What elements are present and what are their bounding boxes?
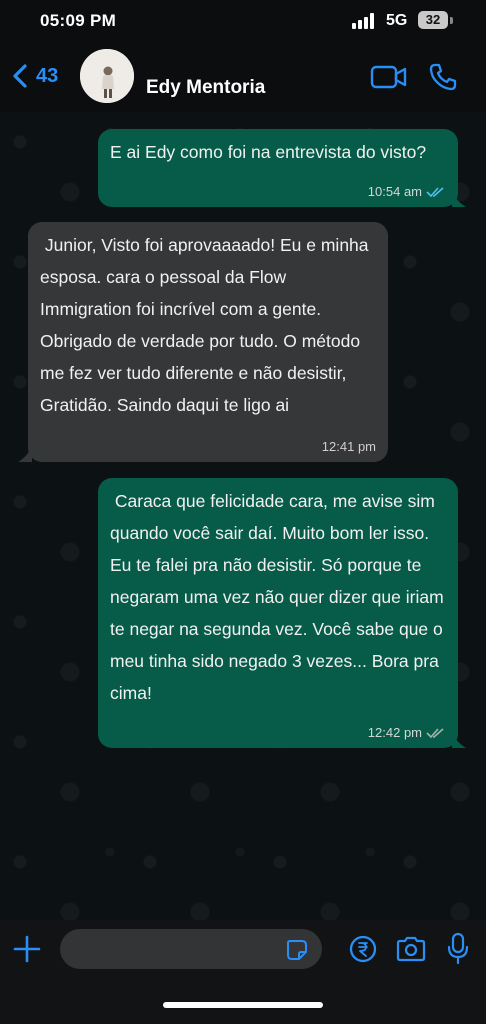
status-time: 05:09 PM — [40, 11, 117, 30]
message-meta: 12:41 pm — [322, 439, 376, 455]
video-call-icon[interactable] — [370, 64, 408, 90]
chevron-left-icon — [13, 64, 27, 88]
unread-count: 43 — [36, 64, 59, 87]
message-input[interactable] — [60, 929, 322, 969]
bubble-tail — [452, 732, 466, 748]
home-indicator[interactable] — [163, 1002, 323, 1008]
message-meta: 12:42 pm — [368, 725, 446, 741]
message-text: Junior, Visto foi aprovaaaado! Eu e minh… — [40, 235, 374, 415]
back-button[interactable]: 43 — [10, 56, 58, 96]
bubble-tail — [18, 446, 32, 462]
message-time: 12:42 pm — [367, 725, 422, 740]
avatar[interactable] — [80, 49, 134, 103]
microphone-icon[interactable] — [446, 932, 470, 966]
plus-icon[interactable] — [12, 934, 42, 964]
battery-icon: 32 — [418, 11, 448, 29]
chat-header: 43 Edy Mentoria — [0, 44, 486, 112]
network-type: 5G — [386, 12, 408, 29]
message-time: 10:54 am — [367, 184, 422, 199]
bubble-tail — [452, 191, 466, 207]
signal-icon — [352, 13, 378, 29]
camera-icon[interactable] — [395, 934, 427, 964]
message-text: Caraca que felicidade cara, me avise sim… — [110, 491, 449, 703]
phone-call-icon[interactable] — [428, 62, 458, 92]
payment-icon[interactable] — [348, 934, 378, 964]
sticker-icon[interactable] — [286, 939, 308, 961]
double-check-delivered-icon — [426, 728, 444, 739]
message-composer — [0, 920, 486, 1024]
contact-name[interactable]: Edy Mentoria — [146, 77, 265, 99]
message-time: 12:41 pm — [321, 439, 376, 454]
status-bar: 05:09 PM 5G 32 — [0, 0, 486, 44]
message-text: E ai Edy como foi na entrevista do visto… — [110, 142, 427, 162]
double-check-read-icon — [426, 187, 444, 198]
message-bubble-outgoing[interactable]: E ai Edy como foi na entrevista do visto… — [98, 129, 458, 207]
battery-tip — [450, 17, 453, 24]
message-bubble-outgoing[interactable]: Caraca que felicidade cara, me avise sim… — [98, 478, 458, 748]
message-meta: 10:54 am — [368, 184, 446, 200]
message-bubble-incoming[interactable]: Junior, Visto foi aprovaaaado! Eu e minh… — [28, 222, 388, 462]
